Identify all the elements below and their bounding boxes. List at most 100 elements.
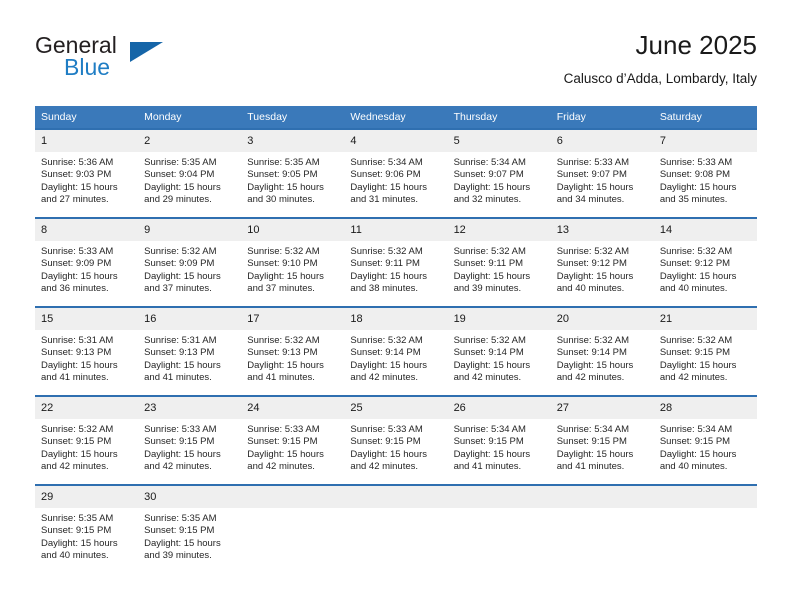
day-number: 14 <box>653 219 757 241</box>
calendar-header-row: Sunday Monday Tuesday Wednesday Thursday… <box>35 106 757 129</box>
daylight-text: Daylight: 15 hours and 41 minutes. <box>453 448 531 473</box>
day-details: Sunrise: 5:32 AM Sunset: 9:12 PM Daylight:… <box>654 241 757 296</box>
calendar-day-cell[interactable]: 17 Sunrise: 5:32 AM Sunset: 9:13 PM Dayligh… <box>241 306 345 396</box>
calendar-week-row: 22 Sunrise: 5:32 AM Sunset: 9:15 PM Dayligh… <box>35 395 757 485</box>
day-number: 11 <box>344 219 448 241</box>
day-number: 5 <box>447 130 551 152</box>
sunrise-text: Sunrise: 5:34 AM <box>556 424 630 435</box>
sunset-text: Sunset: 9:04 PM <box>144 169 215 181</box>
sunset-text: Sunset: 9:08 PM <box>659 169 731 181</box>
calendar-day-cell[interactable]: 7 Sunrise: 5:33 AM Sunset: 9:08 PM Daylight… <box>653 128 757 218</box>
calendar-day-cell[interactable]: 25 Sunrise: 5:33 AM Sunset: 9:15 PM Dayligh… <box>344 395 448 485</box>
daylight-text: Daylight: 15 hours and 42 minutes. <box>659 359 737 384</box>
day-details: Sunrise: 5:32 AM Sunset: 9:15 PM Daylight:… <box>654 330 757 385</box>
sunset-text: Sunset: 9:13 PM <box>144 347 215 359</box>
sunset-text: Sunset: 9:15 PM <box>556 436 627 448</box>
sunset-text: Sunset: 9:09 PM <box>144 258 215 270</box>
calendar-day-cell[interactable]: 29 Sunrise: 5:35 AM Sunset: 9:15 PM Dayligh… <box>35 484 139 576</box>
calendar-day-cell[interactable]: 1 Sunrise: 5:36 AM Sunset: 9:03 PM Daylight… <box>35 128 139 218</box>
day-details: Sunrise: 5:32 AM Sunset: 9:12 PM Daylight:… <box>551 241 654 296</box>
daylight-text: Daylight: 15 hours and 42 minutes. <box>453 359 531 384</box>
general-blue-logo[interactable]: General Blue <box>35 32 215 92</box>
daylight-text: Daylight: 15 hours and 34 minutes. <box>556 181 634 206</box>
calendar-day-cell[interactable]: 26 Sunrise: 5:34 AM Sunset: 9:15 PM Dayligh… <box>447 395 551 485</box>
calendar-day-cell[interactable]: 3 Sunrise: 5:35 AM Sunset: 9:05 PM Daylight… <box>241 128 345 218</box>
day-details: Sunrise: 5:33 AM Sunset: 9:15 PM Daylight:… <box>138 419 241 474</box>
day-number: 10 <box>241 219 345 241</box>
calendar-day-cell[interactable]: 10 Sunrise: 5:32 AM Sunset: 9:10 PM Dayligh… <box>241 217 345 307</box>
sunrise-text: Sunrise: 5:32 AM <box>350 335 423 346</box>
sunrise-text: Sunrise: 5:36 AM <box>41 157 114 168</box>
calendar-day-cell[interactable]: 16 Sunrise: 5:31 AM Sunset: 9:13 PM Dayligh… <box>138 306 242 396</box>
calendar-day-cell[interactable]: 28 Sunrise: 5:34 AM Sunset: 9:15 PM Dayligh… <box>653 395 757 485</box>
sunrise-text: Sunrise: 5:32 AM <box>659 335 733 346</box>
calendar-day-cell[interactable]: 21 Sunrise: 5:32 AM Sunset: 9:15 PM Dayligh… <box>653 306 757 396</box>
calendar-day-cell[interactable]: 5 Sunrise: 5:34 AM Sunset: 9:07 PM Daylight… <box>447 128 551 218</box>
calendar-day-cell[interactable]: 22 Sunrise: 5:32 AM Sunset: 9:15 PM Dayligh… <box>35 395 139 485</box>
calendar-day-cell[interactable]: 6 Sunrise: 5:33 AM Sunset: 9:07 PM Daylight… <box>550 128 654 218</box>
calendar-page: General Blue June 2025 Calusco d’Adda, L… <box>0 0 792 612</box>
day-details: Sunrise: 5:35 AM Sunset: 9:04 PM Daylight:… <box>138 152 241 207</box>
calendar-day-cell[interactable]: 9 Sunrise: 5:32 AM Sunset: 9:09 PM Daylight… <box>138 217 242 307</box>
calendar-body: 1 Sunrise: 5:36 AM Sunset: 9:03 PM Daylight… <box>35 128 757 576</box>
logo-triangle-icon <box>130 42 163 62</box>
calendar-day-cell[interactable]: 8 Sunrise: 5:33 AM Sunset: 9:09 PM Daylight… <box>35 217 139 307</box>
day-number <box>550 486 654 508</box>
weekday-header-saturday: Saturday <box>653 106 757 129</box>
page-header: General Blue June 2025 Calusco d’Adda, L… <box>35 28 757 98</box>
calendar-day-cell[interactable]: 14 Sunrise: 5:32 AM Sunset: 9:12 PM Dayligh… <box>653 217 757 307</box>
daylight-text: Daylight: 15 hours and 41 minutes. <box>144 359 221 384</box>
day-details: Sunrise: 5:34 AM Sunset: 9:07 PM Daylight:… <box>448 152 551 207</box>
day-details: Sunrise: 5:32 AM Sunset: 9:14 PM Daylight:… <box>551 330 654 385</box>
calendar-day-cell[interactable]: 4 Sunrise: 5:34 AM Sunset: 9:06 PM Daylight… <box>344 128 448 218</box>
sunrise-text: Sunrise: 5:34 AM <box>453 157 526 168</box>
calendar-week-row: 15 Sunrise: 5:31 AM Sunset: 9:13 PM Dayligh… <box>35 306 757 396</box>
calendar-day-cell[interactable]: 12 Sunrise: 5:32 AM Sunset: 9:11 PM Dayligh… <box>447 217 551 307</box>
calendar-day-cell[interactable]: 30 Sunrise: 5:35 AM Sunset: 9:15 PM Dayligh… <box>138 484 242 576</box>
calendar-day-cell[interactable]: 18 Sunrise: 5:32 AM Sunset: 9:14 PM Dayligh… <box>344 306 448 396</box>
calendar-day-cell[interactable]: 2 Sunrise: 5:35 AM Sunset: 9:04 PM Daylight… <box>138 128 242 218</box>
day-details: Sunrise: 5:33 AM Sunset: 9:15 PM Daylight:… <box>241 419 344 474</box>
day-number: 26 <box>447 397 551 419</box>
day-number: 24 <box>241 397 345 419</box>
daylight-text: Daylight: 15 hours and 40 minutes. <box>556 270 634 295</box>
day-details: Sunrise: 5:34 AM Sunset: 9:15 PM Daylight:… <box>448 419 551 474</box>
day-number: 23 <box>138 397 242 419</box>
calendar-week-row: 29 Sunrise: 5:35 AM Sunset: 9:15 PM Dayligh… <box>35 484 757 576</box>
day-number <box>653 486 757 508</box>
page-title: June 2025 <box>635 30 757 60</box>
calendar-day-cell[interactable]: 20 Sunrise: 5:32 AM Sunset: 9:14 PM Dayligh… <box>550 306 654 396</box>
calendar-day-cell[interactable]: 24 Sunrise: 5:33 AM Sunset: 9:15 PM Dayligh… <box>241 395 345 485</box>
daylight-text: Daylight: 15 hours and 39 minutes. <box>144 537 221 562</box>
title-block: June 2025 Calusco d’Adda, Lombardy, Ital… <box>564 28 757 90</box>
calendar-day-cell[interactable]: 13 Sunrise: 5:32 AM Sunset: 9:12 PM Dayligh… <box>550 217 654 307</box>
daylight-text: Daylight: 15 hours and 37 minutes. <box>247 270 324 295</box>
sunset-text: Sunset: 9:14 PM <box>453 347 524 359</box>
sunrise-text: Sunrise: 5:32 AM <box>247 246 320 257</box>
day-number: 1 <box>35 130 139 152</box>
day-details: Sunrise: 5:32 AM Sunset: 9:15 PM Daylight:… <box>35 419 138 474</box>
day-number: 12 <box>447 219 551 241</box>
sunset-text: Sunset: 9:15 PM <box>144 436 215 448</box>
sunrise-text: Sunrise: 5:32 AM <box>247 335 320 346</box>
day-number: 18 <box>344 308 448 330</box>
calendar-day-cell[interactable]: 15 Sunrise: 5:31 AM Sunset: 9:13 PM Dayligh… <box>35 306 139 396</box>
sunrise-text: Sunrise: 5:32 AM <box>556 246 630 257</box>
daylight-text: Daylight: 15 hours and 42 minutes. <box>350 448 427 473</box>
sunrise-text: Sunrise: 5:33 AM <box>556 157 630 168</box>
day-number: 20 <box>550 308 654 330</box>
sunrise-text: Sunrise: 5:32 AM <box>41 424 114 435</box>
calendar-day-cell[interactable]: 19 Sunrise: 5:32 AM Sunset: 9:14 PM Dayligh… <box>447 306 551 396</box>
calendar-day-cell[interactable]: 27 Sunrise: 5:34 AM Sunset: 9:15 PM Dayligh… <box>550 395 654 485</box>
daylight-text: Daylight: 15 hours and 38 minutes. <box>350 270 427 295</box>
sunrise-text: Sunrise: 5:35 AM <box>144 513 217 524</box>
daylight-text: Daylight: 15 hours and 36 minutes. <box>41 270 118 295</box>
day-number <box>447 486 551 508</box>
day-details: Sunrise: 5:36 AM Sunset: 9:03 PM Daylight:… <box>35 152 138 207</box>
day-details: Sunrise: 5:35 AM Sunset: 9:15 PM Daylight:… <box>35 508 138 563</box>
calendar-day-cell[interactable]: 11 Sunrise: 5:32 AM Sunset: 9:11 PM Dayligh… <box>344 217 448 307</box>
day-details: Sunrise: 5:33 AM Sunset: 9:09 PM Daylight:… <box>35 241 138 296</box>
sunrise-text: Sunrise: 5:33 AM <box>144 424 217 435</box>
calendar-day-cell[interactable]: 23 Sunrise: 5:33 AM Sunset: 9:15 PM Dayligh… <box>138 395 242 485</box>
daylight-text: Daylight: 15 hours and 41 minutes. <box>556 448 634 473</box>
